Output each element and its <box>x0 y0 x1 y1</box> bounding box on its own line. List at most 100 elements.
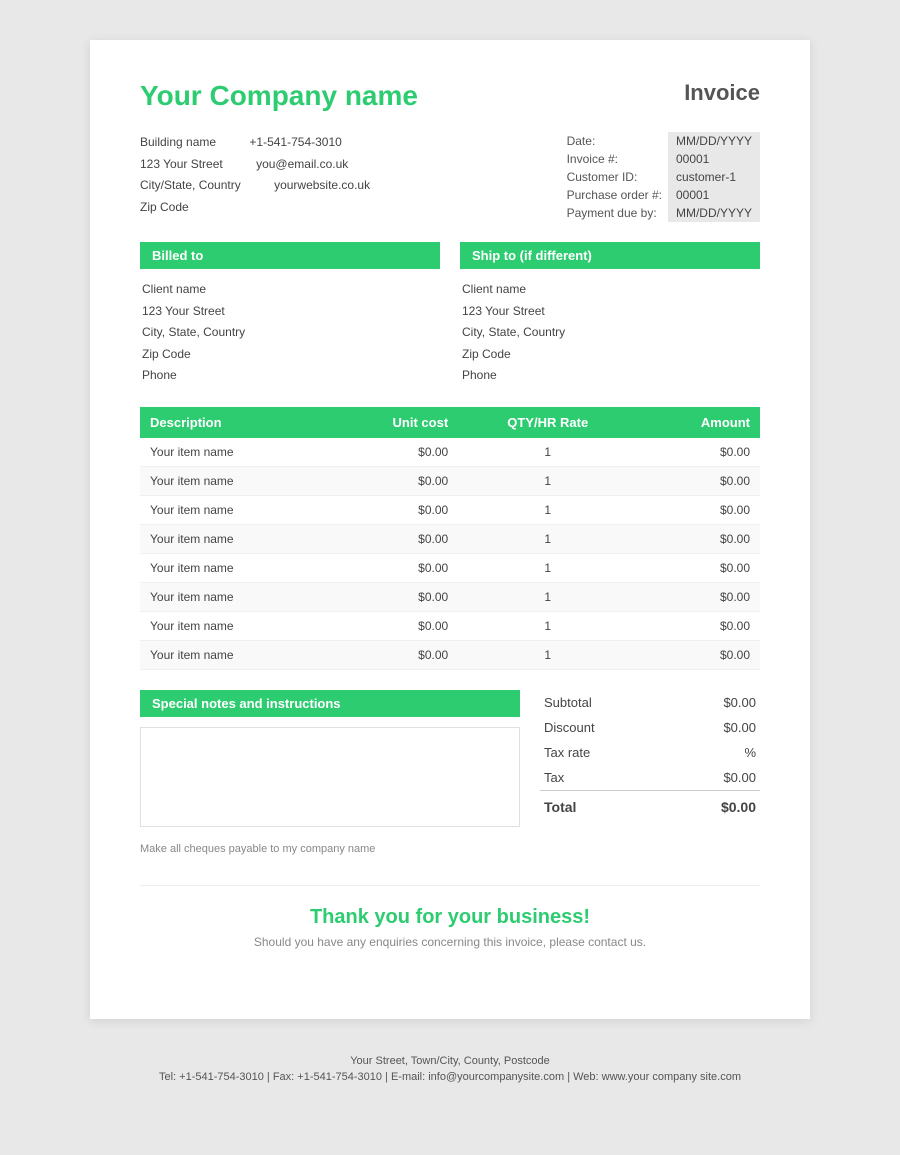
po-value: 00001 <box>668 186 760 204</box>
items-table: Description Unit cost QTY/HR Rate Amount… <box>140 407 760 670</box>
item-description: Your item name <box>140 495 324 524</box>
item-qty: 1 <box>458 495 637 524</box>
invoice-details: Date: MM/DD/YYYY Invoice #: 00001 Custom… <box>561 132 760 222</box>
item-description: Your item name <box>140 438 324 467</box>
item-description: Your item name <box>140 524 324 553</box>
totals-block: Subtotal $0.00 Discount $0.00 Tax rate %… <box>540 690 760 827</box>
invoice-number-value: 00001 <box>668 150 760 168</box>
customer-id-label: Customer ID: <box>561 168 668 186</box>
col-amount: Amount <box>637 407 760 438</box>
item-qty: 1 <box>458 438 637 467</box>
thank-you-subtitle: Should you have any enquiries concerning… <box>140 935 760 949</box>
ship-to-info: Client name 123 Your Street City, State,… <box>460 279 760 387</box>
table-row: Your item name $0.00 1 $0.00 <box>140 582 760 611</box>
company-city: City/State, Country yourwebsite.co.uk <box>140 175 370 197</box>
customer-id-value: customer-1 <box>668 168 760 186</box>
company-name: Your Company name <box>140 80 418 112</box>
billed-zip: Zip Code <box>142 344 440 366</box>
item-qty: 1 <box>458 582 637 611</box>
item-unit-cost: $0.00 <box>324 553 458 582</box>
item-amount: $0.00 <box>637 495 760 524</box>
item-unit-cost: $0.00 <box>324 438 458 467</box>
item-description: Your item name <box>140 582 324 611</box>
billed-to-block: Billed to Client name 123 Your Street Ci… <box>140 242 440 387</box>
thank-you-title: Thank you for your business! <box>140 906 760 929</box>
item-description: Your item name <box>140 640 324 669</box>
item-amount: $0.00 <box>637 524 760 553</box>
footer-contact: Tel: +1-541-754-3010 | Fax: +1-541-754-3… <box>0 1071 900 1083</box>
item-qty: 1 <box>458 466 637 495</box>
table-row: Your item name $0.00 1 $0.00 <box>140 524 760 553</box>
bottom-section: Special notes and instructions Subtotal … <box>140 690 760 827</box>
info-section: Building name +1-541-754-3010 123 Your S… <box>140 132 760 222</box>
item-unit-cost: $0.00 <box>324 640 458 669</box>
item-amount: $0.00 <box>637 466 760 495</box>
invoice-title: Invoice <box>684 80 760 106</box>
table-row: Your item name $0.00 1 $0.00 <box>140 438 760 467</box>
item-qty: 1 <box>458 553 637 582</box>
table-row: Your item name $0.00 1 $0.00 <box>140 466 760 495</box>
totals-table: Subtotal $0.00 Discount $0.00 Tax rate %… <box>540 690 760 820</box>
taxrate-label: Tax rate <box>540 740 667 765</box>
item-amount: $0.00 <box>637 640 760 669</box>
ship-street: 123 Your Street <box>462 301 760 323</box>
item-amount: $0.00 <box>637 553 760 582</box>
po-label: Purchase order #: <box>561 186 668 204</box>
date-label: Date: <box>561 132 668 150</box>
billed-city: City, State, Country <box>142 322 440 344</box>
payment-due-value: MM/DD/YYYY <box>668 204 760 222</box>
tax-value: $0.00 <box>667 765 760 791</box>
ship-to-block: Ship to (if different) Client name 123 Y… <box>460 242 760 387</box>
item-unit-cost: $0.00 <box>324 466 458 495</box>
ship-zip: Zip Code <box>462 344 760 366</box>
tax-label: Tax <box>540 765 667 791</box>
total-label: Total <box>540 790 667 820</box>
billed-to-header: Billed to <box>140 242 440 269</box>
item-amount: $0.00 <box>637 611 760 640</box>
col-unit-cost: Unit cost <box>324 407 458 438</box>
discount-label: Discount <box>540 715 667 740</box>
col-qty: QTY/HR Rate <box>458 407 637 438</box>
company-zip: Zip Code <box>140 197 370 219</box>
date-value: MM/DD/YYYY <box>668 132 760 150</box>
item-qty: 1 <box>458 640 637 669</box>
notes-content <box>140 727 520 827</box>
billed-name: Client name <box>142 279 440 301</box>
item-amount: $0.00 <box>637 438 760 467</box>
notes-block: Special notes and instructions <box>140 690 520 827</box>
item-unit-cost: $0.00 <box>324 495 458 524</box>
notes-header: Special notes and instructions <box>140 690 520 717</box>
company-info: Building name +1-541-754-3010 123 Your S… <box>140 132 370 222</box>
payment-due-label: Payment due by: <box>561 204 668 222</box>
ship-phone: Phone <box>462 365 760 387</box>
company-building: Building name +1-541-754-3010 <box>140 132 370 154</box>
subtotal-label: Subtotal <box>540 690 667 715</box>
item-qty: 1 <box>458 524 637 553</box>
item-unit-cost: $0.00 <box>324 524 458 553</box>
cheque-note: Make all cheques payable to my company n… <box>140 843 760 855</box>
discount-value: $0.00 <box>667 715 760 740</box>
company-street: 123 Your Street you@email.co.uk <box>140 154 370 176</box>
billed-to-info: Client name 123 Your Street City, State,… <box>140 279 440 387</box>
col-description: Description <box>140 407 324 438</box>
thank-you-section: Thank you for your business! Should you … <box>140 885 760 969</box>
table-row: Your item name $0.00 1 $0.00 <box>140 495 760 524</box>
billed-phone: Phone <box>142 365 440 387</box>
item-description: Your item name <box>140 466 324 495</box>
page-footer: Your Street, Town/City, County, Postcode… <box>0 1039 900 1103</box>
billing-section: Billed to Client name 123 Your Street Ci… <box>140 242 760 387</box>
table-row: Your item name $0.00 1 $0.00 <box>140 553 760 582</box>
ship-name: Client name <box>462 279 760 301</box>
invoice-number-label: Invoice #: <box>561 150 668 168</box>
item-description: Your item name <box>140 611 324 640</box>
item-description: Your item name <box>140 553 324 582</box>
table-row: Your item name $0.00 1 $0.00 <box>140 640 760 669</box>
invoice-header: Your Company name Invoice <box>140 80 760 112</box>
item-unit-cost: $0.00 <box>324 611 458 640</box>
taxrate-value: % <box>667 740 760 765</box>
ship-to-header: Ship to (if different) <box>460 242 760 269</box>
total-value: $0.00 <box>667 790 760 820</box>
footer-address: Your Street, Town/City, County, Postcode <box>0 1055 900 1067</box>
table-row: Your item name $0.00 1 $0.00 <box>140 611 760 640</box>
subtotal-value: $0.00 <box>667 690 760 715</box>
